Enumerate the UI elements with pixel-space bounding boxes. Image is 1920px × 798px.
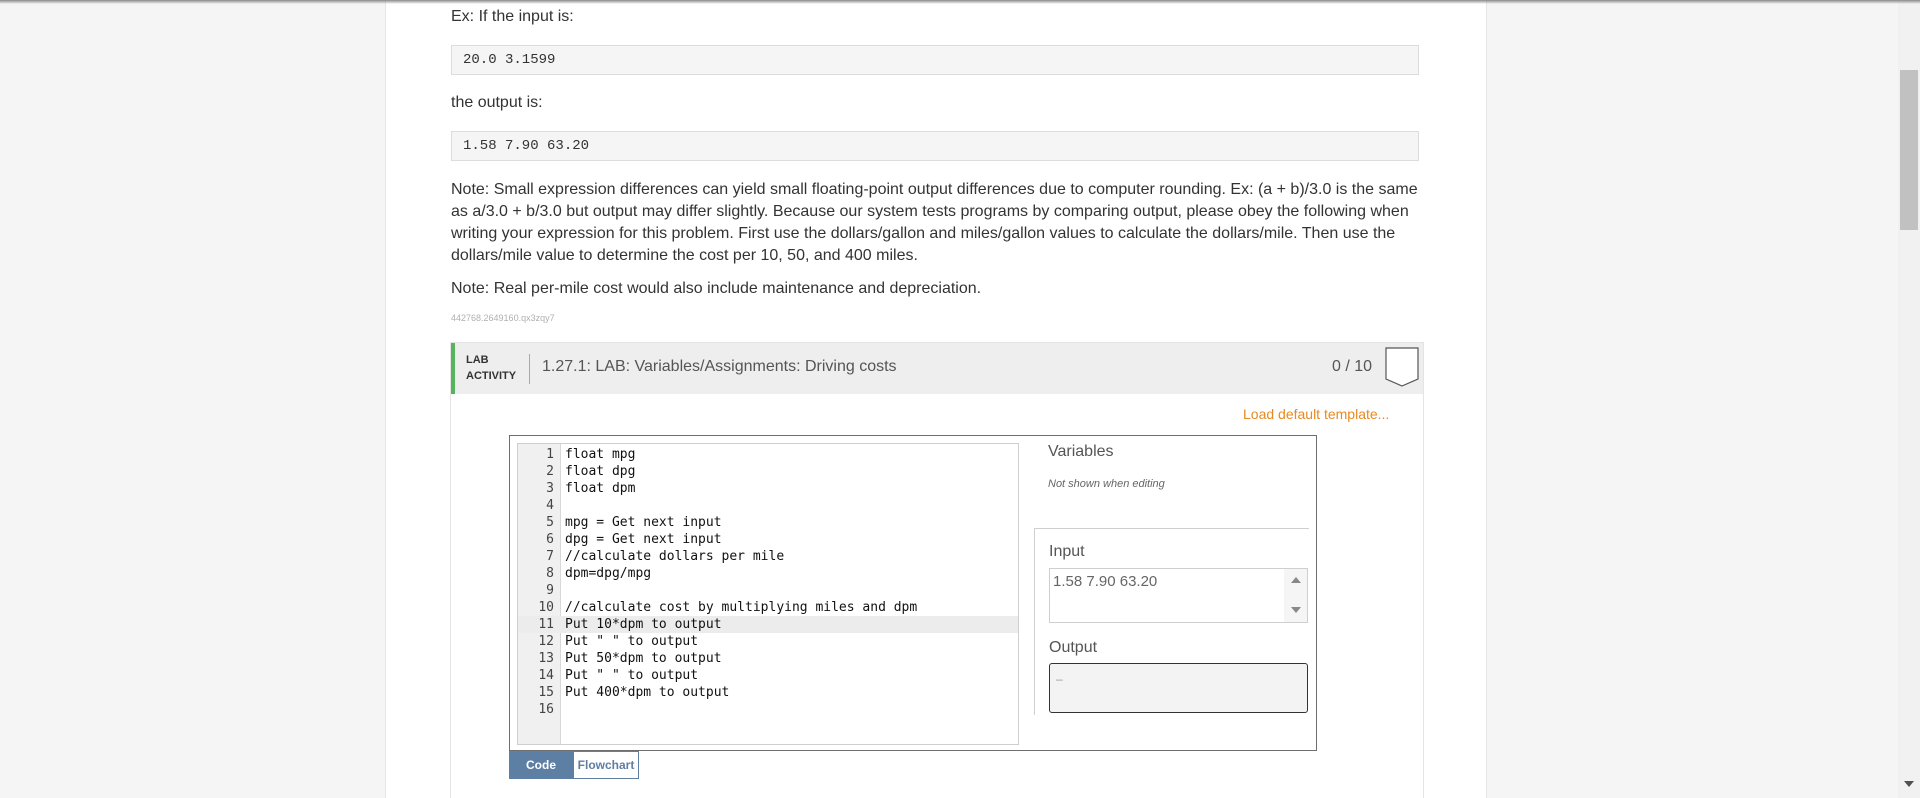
line-number: 14	[538, 668, 554, 683]
code-line[interactable]: 15 Put 400*dpm to output	[518, 684, 1018, 701]
code-line[interactable]: 4	[518, 497, 1018, 514]
header-divider	[529, 354, 530, 384]
code-text[interactable]: dpg = Get next input	[565, 531, 722, 548]
line-number: 16	[538, 702, 554, 717]
line-number: 10	[538, 600, 554, 615]
line-number: 3	[546, 481, 554, 496]
scroll-down-arrow-icon[interactable]	[1904, 781, 1914, 787]
line-number: 9	[546, 583, 554, 598]
line-number: 7	[546, 549, 554, 564]
scroll-up-icon[interactable]	[1291, 577, 1301, 583]
scrollbar-thumb[interactable]	[1900, 70, 1918, 230]
code-line[interactable]: 11 Put 10*dpm to output	[518, 616, 1018, 633]
line-number: 2	[546, 464, 554, 479]
example-intro: Ex: If the input is:	[451, 8, 574, 25]
line-number: 8	[546, 566, 554, 581]
input-scrollbar[interactable]	[1284, 569, 1307, 622]
output-label: Output	[1049, 639, 1098, 656]
code-text[interactable]: Put " " to output	[565, 667, 698, 684]
output-intro: the output is:	[451, 94, 543, 111]
variables-note: Not shown when editing	[1048, 478, 1165, 490]
code-text[interactable]: //calculate cost by multiplying miles an…	[565, 599, 917, 616]
line-number: 4	[546, 498, 554, 513]
code-line[interactable]: 10 //calculate cost by multiplying miles …	[518, 599, 1018, 616]
code-text[interactable]: Put 400*dpm to output	[565, 684, 729, 701]
code-line[interactable]: 1 float mpg	[518, 446, 1018, 463]
io-panel: Input 1.58 7.90 63.20 Output –	[1034, 528, 1309, 715]
code-text[interactable]: mpg = Get next input	[565, 514, 722, 531]
code-line[interactable]: 3 float dpm	[518, 480, 1018, 497]
top-shadow	[0, 0, 1920, 4]
code-text[interactable]: dpm=dpg/mpg	[565, 565, 651, 582]
page-scrollbar[interactable]	[1898, 0, 1920, 798]
code-line[interactable]: 5 mpg = Get next input	[518, 514, 1018, 531]
lab-tag: LAB ACTIVITY	[466, 352, 526, 384]
code-line[interactable]: 6 dpg = Get next input	[518, 531, 1018, 548]
line-number: 11	[538, 617, 554, 632]
score-shield-icon	[1385, 347, 1419, 387]
line-number: 1	[546, 447, 554, 462]
code-line[interactable]: 12 Put " " to output	[518, 633, 1018, 650]
code-text[interactable]: float dpm	[565, 480, 635, 497]
code-line[interactable]: 14 Put " " to output	[518, 667, 1018, 684]
code-line[interactable]: 2 float dpg	[518, 463, 1018, 480]
lab-activity: LAB ACTIVITY 1.27.1: LAB: Variables/Assi…	[450, 342, 1424, 798]
activity-id: 442768.2649160.qx3zqy7	[451, 313, 555, 323]
lab-header: LAB ACTIVITY 1.27.1: LAB: Variables/Assi…	[451, 343, 1423, 394]
code-line[interactable]: 16	[518, 701, 1018, 718]
code-text[interactable]: Put 10*dpm to output	[565, 616, 722, 633]
cost-note: Note: Real per-mile cost would also incl…	[451, 280, 982, 297]
code-line[interactable]: 9	[518, 582, 1018, 599]
line-number: 5	[546, 515, 554, 530]
line-number: 15	[538, 685, 554, 700]
code-text[interactable]: Put 50*dpm to output	[565, 650, 722, 667]
code-line[interactable]: 8 dpm=dpg/mpg	[518, 565, 1018, 582]
output-field: –	[1049, 663, 1308, 713]
tab-code[interactable]: Code	[509, 751, 573, 779]
output-value: –	[1056, 672, 1063, 686]
load-default-template-link[interactable]: Load default template...	[1243, 406, 1389, 422]
code-text[interactable]: float mpg	[565, 446, 635, 463]
code-text[interactable]: //calculate dollars per mile	[565, 548, 784, 565]
ide-panel: 1 float mpg 2 float dpg 3 float dpm 4 5 mpg = Ge…	[509, 435, 1317, 751]
input-label: Input	[1049, 543, 1085, 560]
code-text[interactable]: float dpg	[565, 463, 635, 480]
lab-title: 1.27.1: LAB: Variables/Assignments: Driv…	[542, 358, 897, 375]
tab-flowchart[interactable]: Flowchart	[573, 751, 639, 779]
example-input-box: 20.0 3.1599	[451, 45, 1419, 75]
code-line[interactable]: 13 Put 50*dpm to output	[518, 650, 1018, 667]
line-number: 13	[538, 651, 554, 666]
code-line[interactable]: 7 //calculate dollars per mile	[518, 548, 1018, 565]
lab-score: 0 / 10	[1332, 358, 1373, 375]
scroll-down-icon[interactable]	[1291, 607, 1301, 613]
code-text[interactable]: Put " " to output	[565, 633, 698, 650]
line-number: 12	[538, 634, 554, 649]
input-value: 1.58 7.90 63.20	[1053, 573, 1158, 590]
lab-tag-line2: ACTIVITY	[466, 370, 517, 382]
line-number: 6	[546, 532, 554, 547]
variables-title: Variables	[1048, 443, 1114, 460]
code-editor[interactable]: 1 float mpg 2 float dpg 3 float dpm 4 5 mpg = Ge…	[517, 443, 1019, 745]
input-field[interactable]: 1.58 7.90 63.20	[1049, 568, 1308, 623]
rounding-note: Note: Small expression differences can y…	[451, 181, 1418, 264]
lab-tag-line1: LAB	[466, 354, 489, 366]
example-output-box: 1.58 7.90 63.20	[451, 131, 1419, 161]
